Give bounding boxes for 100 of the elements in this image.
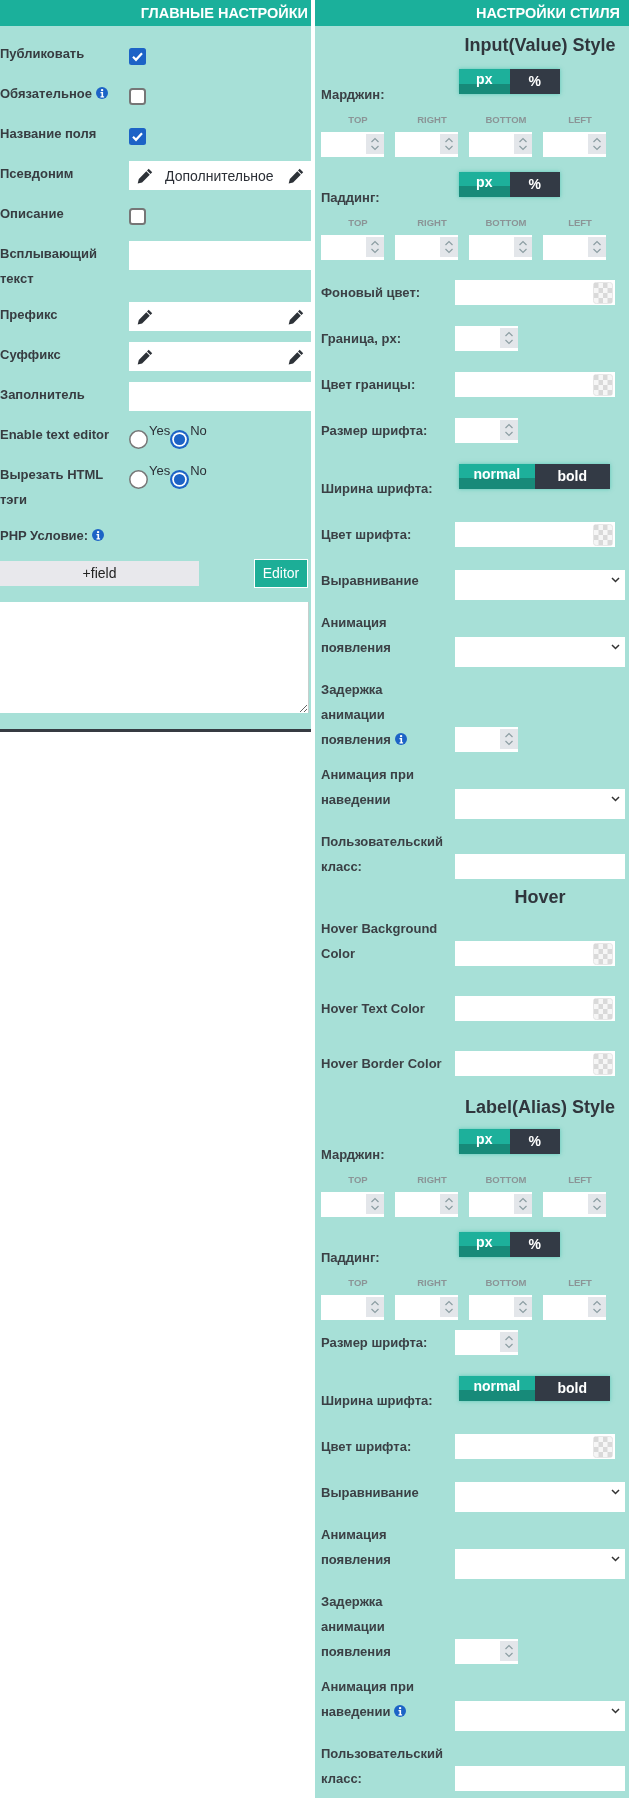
toggle-option[interactable]: % bbox=[509, 172, 560, 197]
spin-arrows-icon[interactable] bbox=[588, 237, 606, 257]
toggle-option[interactable]: % bbox=[509, 1232, 560, 1257]
spin-arrows-icon[interactable] bbox=[366, 1297, 384, 1317]
side-label: RIGHT bbox=[417, 1277, 447, 1288]
checkbox[interactable] bbox=[129, 128, 146, 145]
field-label: Задержка анимации появления bbox=[321, 1594, 391, 1659]
code-textarea[interactable] bbox=[0, 602, 309, 713]
section-heading: Input(Value) Style bbox=[464, 35, 616, 55]
radio-label: No bbox=[190, 463, 207, 479]
text-field[interactable]: Дополнительное bbox=[129, 161, 311, 190]
spin-arrows-icon[interactable] bbox=[366, 1194, 384, 1214]
spin-arrows-icon[interactable] bbox=[500, 1641, 518, 1661]
chevron-down-icon bbox=[611, 577, 620, 583]
toggle-option[interactable]: % bbox=[509, 1129, 560, 1154]
number-field[interactable] bbox=[455, 1639, 518, 1664]
number-field[interactable] bbox=[321, 1192, 384, 1217]
spin-arrows-icon[interactable] bbox=[440, 134, 458, 154]
radio-button[interactable] bbox=[129, 430, 148, 449]
text-field[interactable] bbox=[129, 302, 311, 331]
spin-arrows-icon[interactable] bbox=[588, 1194, 606, 1214]
checkbox[interactable] bbox=[129, 48, 146, 65]
number-field[interactable] bbox=[469, 235, 532, 260]
checker-swatch-icon bbox=[593, 997, 613, 1020]
field-label: Вырезать HTML тэги bbox=[0, 467, 104, 507]
field-label: Псевдоним bbox=[0, 166, 74, 181]
dropdown-field[interactable] bbox=[455, 1482, 625, 1512]
field-label: Hover Border Color bbox=[321, 1056, 442, 1071]
number-field[interactable] bbox=[543, 1295, 606, 1320]
number-field[interactable] bbox=[469, 1192, 532, 1217]
pencil-icon bbox=[137, 309, 153, 325]
toggle-option[interactable]: bold bbox=[534, 464, 610, 489]
field-label: Фоновый цвет: bbox=[321, 285, 421, 300]
spin-arrows-icon[interactable] bbox=[500, 328, 518, 348]
number-field[interactable] bbox=[543, 1192, 606, 1217]
toggle-option[interactable]: % bbox=[509, 69, 560, 94]
number-field[interactable] bbox=[395, 132, 458, 157]
number-field[interactable] bbox=[455, 326, 518, 351]
side-label: TOP bbox=[348, 1174, 368, 1185]
checker-swatch-icon bbox=[593, 1435, 613, 1458]
spin-arrows-icon[interactable] bbox=[440, 237, 458, 257]
side-label: TOP bbox=[348, 114, 368, 125]
spin-arrows-icon[interactable] bbox=[500, 729, 518, 749]
spin-arrows-icon[interactable] bbox=[366, 134, 384, 154]
number-field[interactable] bbox=[543, 132, 606, 157]
number-field[interactable] bbox=[455, 418, 518, 443]
spin-arrows-icon[interactable] bbox=[366, 237, 384, 257]
spin-arrows-icon[interactable] bbox=[440, 1297, 458, 1317]
radio-button[interactable] bbox=[129, 470, 148, 489]
spin-arrows-icon[interactable] bbox=[500, 420, 518, 440]
text-field[interactable] bbox=[455, 854, 625, 879]
spin-arrows-icon[interactable] bbox=[514, 1194, 532, 1214]
dropdown-field[interactable] bbox=[455, 1549, 625, 1579]
side-label: LEFT bbox=[568, 217, 592, 228]
text-field[interactable] bbox=[129, 342, 311, 371]
number-field[interactable] bbox=[469, 1295, 532, 1320]
text-field[interactable] bbox=[129, 241, 311, 270]
dropdown-field[interactable] bbox=[455, 637, 625, 667]
number-field[interactable] bbox=[395, 1295, 458, 1320]
field-label: Описание bbox=[0, 206, 64, 221]
spin-arrows-icon[interactable] bbox=[440, 1194, 458, 1214]
field-label: Пользовательский класс: bbox=[321, 1746, 443, 1786]
field-label: Анимация появления bbox=[321, 1527, 391, 1567]
checkbox[interactable] bbox=[129, 88, 146, 105]
field-label: Размер шрифта: bbox=[321, 1335, 428, 1350]
spin-arrows-icon[interactable] bbox=[514, 134, 532, 154]
checkbox[interactable] bbox=[129, 208, 146, 225]
field-label: Задержка анимации появления bbox=[321, 682, 391, 747]
number-field[interactable] bbox=[455, 727, 518, 752]
spin-arrows-icon[interactable] bbox=[500, 1332, 518, 1352]
chevron-down-icon bbox=[611, 1556, 620, 1562]
number-field[interactable] bbox=[543, 235, 606, 260]
text-field[interactable] bbox=[129, 382, 311, 411]
add-field-button[interactable]: +field bbox=[0, 561, 199, 586]
number-field[interactable] bbox=[321, 235, 384, 260]
chevron-down-icon bbox=[611, 644, 620, 650]
radio-button[interactable] bbox=[170, 470, 190, 489]
pencil-icon bbox=[137, 168, 153, 184]
spin-arrows-icon[interactable] bbox=[588, 134, 606, 154]
spin-arrows-icon[interactable] bbox=[514, 237, 532, 257]
number-field[interactable] bbox=[469, 132, 532, 157]
panel-header: ГЛАВНЫЕ НАСТРОЙКИ bbox=[0, 0, 311, 26]
number-field[interactable] bbox=[395, 235, 458, 260]
number-field[interactable] bbox=[321, 132, 384, 157]
text-field[interactable] bbox=[455, 1766, 625, 1791]
field-label: Суффикс bbox=[0, 347, 61, 362]
spin-arrows-icon[interactable] bbox=[588, 1297, 606, 1317]
spin-arrows-icon[interactable] bbox=[514, 1297, 532, 1317]
dropdown-field[interactable] bbox=[455, 789, 625, 819]
dropdown-field[interactable] bbox=[455, 1701, 625, 1731]
section-heading: Label(Alias) Style bbox=[464, 1097, 615, 1117]
number-field[interactable] bbox=[321, 1295, 384, 1320]
number-field[interactable] bbox=[395, 1192, 458, 1217]
radio-button[interactable] bbox=[170, 430, 190, 449]
toggle-option[interactable]: bold bbox=[534, 1376, 610, 1401]
chevron-down-icon bbox=[611, 1708, 620, 1714]
number-field[interactable] bbox=[455, 1330, 518, 1355]
side-label: TOP bbox=[348, 1277, 368, 1288]
side-label: BOTTOM bbox=[485, 1174, 527, 1185]
dropdown-field[interactable] bbox=[455, 570, 625, 600]
